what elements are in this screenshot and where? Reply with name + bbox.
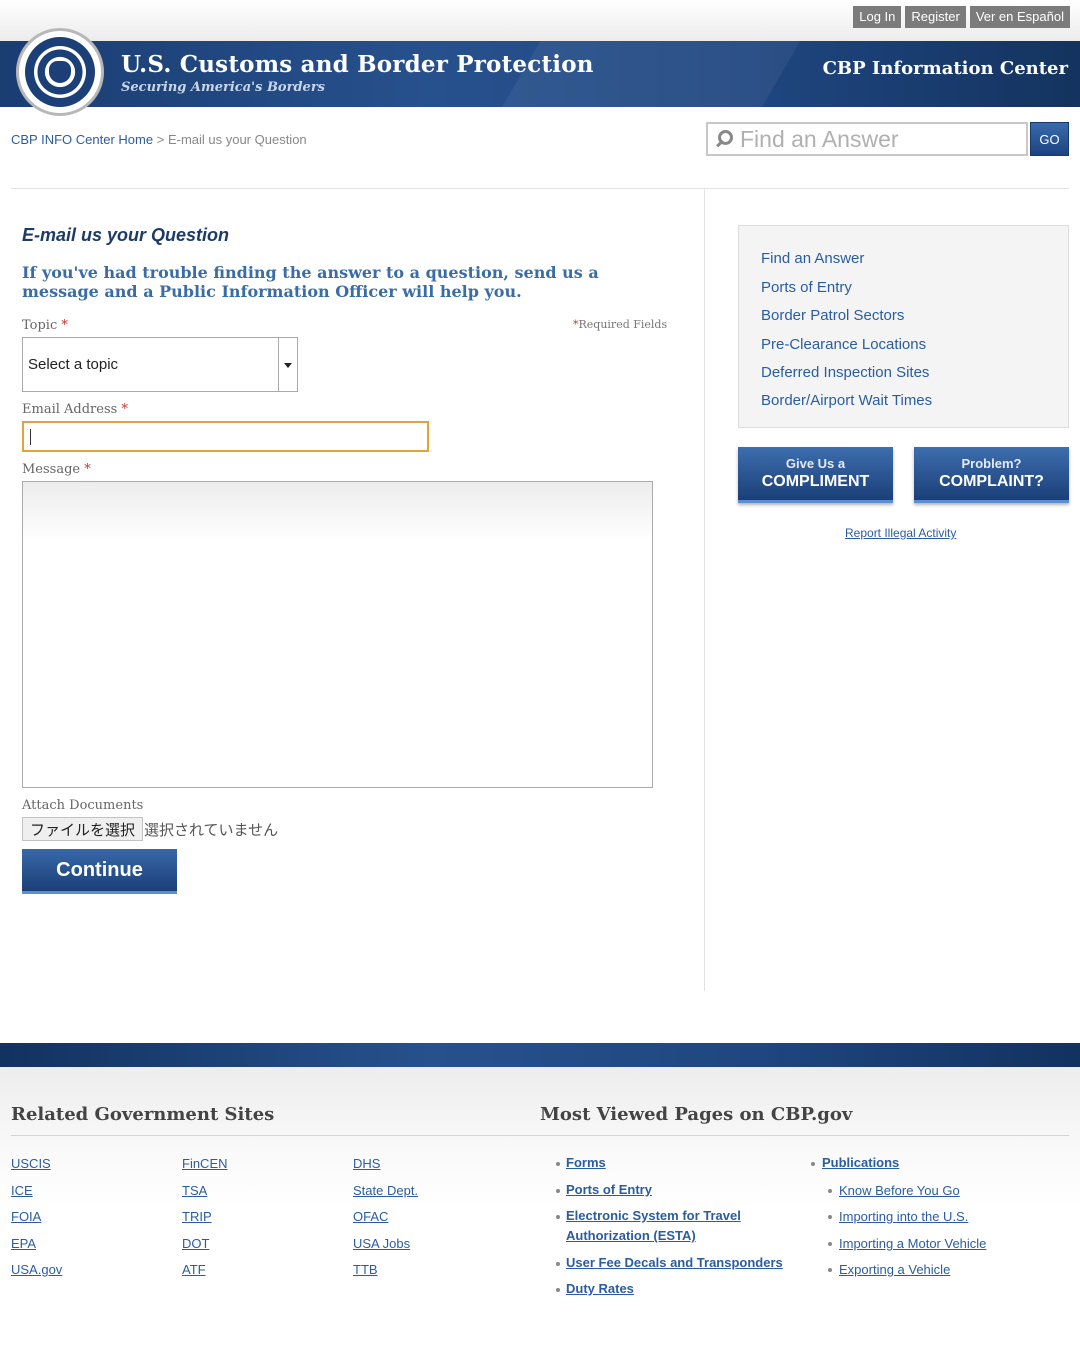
- bullet: [811, 1162, 815, 1166]
- footer-link-dot[interactable]: DOT: [182, 1236, 209, 1251]
- pub-link-know-before-you-go[interactable]: Know Before You Go: [839, 1183, 960, 1198]
- bullet: [556, 1189, 560, 1193]
- sidebar-link-deferred-inspection[interactable]: Deferred Inspection Sites: [761, 364, 929, 381]
- text-caret: [30, 429, 31, 445]
- complaint-button[interactable]: Problem? COMPLAINT?: [914, 447, 1069, 503]
- bullet: [556, 1215, 560, 1219]
- choose-file-button[interactable]: ファイルを選択: [22, 817, 143, 841]
- sidebar-link-find-answer[interactable]: Find an Answer: [761, 250, 864, 267]
- breadcrumb-home-link[interactable]: CBP INFO Center Home: [11, 132, 153, 147]
- seal-inner: [25, 37, 95, 107]
- chevron-down-icon[interactable]: [278, 338, 297, 391]
- pub-link-exporting-vehicle[interactable]: Exporting a Vehicle: [839, 1262, 950, 1277]
- footer-link-ttb[interactable]: TTB: [353, 1262, 378, 1277]
- bullet: [556, 1162, 560, 1166]
- most-viewed-link-duty-rates[interactable]: Duty Rates: [566, 1279, 634, 1299]
- sidebar-links-panel: Find an Answer Ports of Entry Border Pat…: [738, 225, 1069, 428]
- footer-link-dhs[interactable]: DHS: [353, 1156, 380, 1171]
- footer-link-trip[interactable]: TRIP: [182, 1209, 212, 1224]
- sidebar-link-border-patrol-sectors[interactable]: Border Patrol Sectors: [761, 307, 904, 324]
- footer-link-tsa[interactable]: TSA: [182, 1183, 207, 1198]
- compliment-small-text: Give Us a: [785, 456, 846, 471]
- email-field[interactable]: [22, 421, 429, 452]
- top-links: Log In Register Ver en Español: [853, 6, 1070, 28]
- info-center-title[interactable]: CBP Information Center: [823, 58, 1068, 79]
- spanish-link[interactable]: Ver en Español: [969, 6, 1070, 28]
- file-status: 選択されていません: [144, 822, 279, 839]
- email-label-text: Email Address: [22, 402, 118, 417]
- bullet: [828, 1189, 832, 1193]
- eagle-icon: [47, 59, 73, 85]
- most-viewed-link-forms[interactable]: Forms: [566, 1153, 606, 1173]
- attach-label: Attach Documents: [22, 798, 144, 813]
- compliment-big-text: COMPLIMENT: [761, 473, 870, 490]
- footer-link-usagov[interactable]: USA.gov: [11, 1262, 62, 1277]
- footer-link-ice[interactable]: ICE: [11, 1183, 33, 1198]
- footer-link-fincen[interactable]: FinCEN: [182, 1156, 228, 1171]
- topic-label-text: Topic: [22, 318, 58, 333]
- footer-link-ofac[interactable]: OFAC: [353, 1209, 388, 1224]
- form-heading: E-mail us your Question: [22, 225, 230, 245]
- pub-link-importing-us[interactable]: Importing into the U.S.: [839, 1209, 968, 1224]
- form-intro: If you've had trouble finding the answer…: [22, 263, 599, 301]
- topic-select-value: Select a topic: [28, 356, 119, 373]
- most-viewed-heading: Most Viewed Pages on CBP.gov: [540, 1104, 853, 1125]
- sidebar-link-ports-of-entry[interactable]: Ports of Entry: [761, 279, 852, 296]
- footer-link-state-dept[interactable]: State Dept.: [353, 1183, 418, 1198]
- breadcrumb-current: E-mail us your Question: [167, 132, 307, 147]
- breadcrumb-separator: >: [156, 132, 165, 147]
- bullet: [556, 1288, 560, 1292]
- top-utility-bar: Log In Register Ver en Español: [0, 0, 1080, 41]
- search-input[interactable]: [740, 125, 1020, 153]
- site-title[interactable]: U.S. Customs and Border Protection: [121, 51, 594, 78]
- required-asterisk: *: [84, 462, 91, 477]
- breadcrumb: CBP INFO Center Home > E-mail us your Qu…: [11, 132, 307, 147]
- compliment-button[interactable]: Give Us a COMPLIMENT: [738, 447, 893, 503]
- required-asterisk: *: [61, 318, 68, 333]
- dhs-seal-logo[interactable]: [16, 28, 104, 116]
- footer-link-usa-jobs[interactable]: USA Jobs: [353, 1236, 410, 1251]
- footer-link-uscis[interactable]: USCIS: [11, 1156, 51, 1171]
- report-illegal-activity-link[interactable]: Report Illegal Activity: [845, 526, 956, 540]
- bullet: [828, 1242, 832, 1246]
- complaint-small-text: Problem?: [961, 456, 1022, 471]
- most-viewed-link-ports[interactable]: Ports of Entry: [566, 1180, 652, 1200]
- sidebar-link-pre-clearance[interactable]: Pre-Clearance Locations: [761, 336, 926, 353]
- bullet: [828, 1215, 832, 1219]
- message-textarea[interactable]: [22, 481, 653, 788]
- message-label-text: Message: [22, 462, 81, 477]
- footer-band: [0, 1043, 1080, 1067]
- continue-button[interactable]: Continue: [22, 849, 177, 894]
- search-box: [706, 122, 1028, 156]
- publications-link[interactable]: Publications: [822, 1153, 899, 1173]
- footer-divider: [11, 1135, 1069, 1136]
- most-viewed-link-esta[interactable]: Electronic System for Travel Authorizati…: [566, 1206, 766, 1246]
- search-icon: [714, 129, 734, 149]
- bullet: [828, 1268, 832, 1272]
- bullet: [556, 1262, 560, 1266]
- search-go-button[interactable]: GO: [1030, 122, 1069, 156]
- sidebar-link-wait-times[interactable]: Border/Airport Wait Times: [761, 392, 932, 409]
- pub-link-importing-vehicle[interactable]: Importing a Motor Vehicle: [839, 1236, 986, 1251]
- required-asterisk: *: [121, 402, 128, 417]
- email-label: Email Address *: [22, 402, 128, 417]
- topic-select[interactable]: Select a topic: [22, 337, 298, 392]
- related-sites-heading: Related Government Sites: [11, 1104, 275, 1125]
- divider: [11, 188, 1069, 189]
- message-label: Message *: [22, 462, 91, 477]
- most-viewed-link-user-fee[interactable]: User Fee Decals and Transponders: [566, 1253, 783, 1273]
- required-note-text: Required Fields: [578, 318, 668, 331]
- complaint-big-text: COMPLAINT?: [939, 473, 1044, 490]
- register-link[interactable]: Register: [905, 6, 966, 28]
- footer-link-atf[interactable]: ATF: [182, 1262, 206, 1277]
- topic-label: Topic *: [22, 318, 68, 333]
- footer-link-epa[interactable]: EPA: [11, 1236, 36, 1251]
- column-divider: [704, 189, 705, 991]
- required-fields-note: *Required Fields: [573, 318, 667, 331]
- site-tagline: Securing America's Borders: [121, 80, 325, 95]
- login-link[interactable]: Log In: [853, 6, 902, 28]
- footer-link-foia[interactable]: FOIA: [11, 1209, 41, 1224]
